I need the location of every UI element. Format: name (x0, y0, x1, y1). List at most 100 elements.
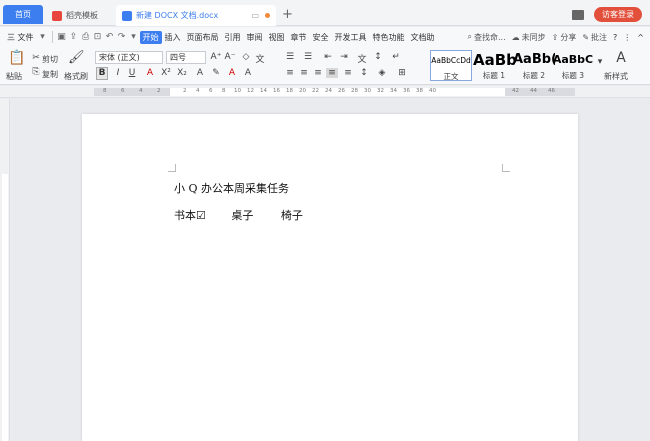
cut-label[interactable]: 剪切 (42, 54, 58, 65)
search-icon: ⌕ (467, 32, 472, 41)
doc-item-table[interactable]: 桌子 (231, 207, 253, 223)
tab-features[interactable]: 特色功能 (370, 31, 408, 44)
tab-review[interactable]: 审阅 (244, 31, 266, 44)
undo-icon[interactable]: ↶ (104, 32, 116, 42)
window-layout-icon[interactable] (572, 9, 584, 20)
redo-icon[interactable]: ↷ (116, 32, 128, 42)
decrease-indent-icon[interactable]: ⇤ (322, 52, 334, 62)
show-marks-icon[interactable]: ↵ (390, 52, 402, 62)
style-heading-3[interactable]: AaBbC 标题 3 (552, 50, 594, 81)
tab-page-layout[interactable]: 页面布局 (184, 31, 222, 44)
align-right-icon[interactable]: ≡ (312, 68, 324, 78)
copy-icon[interactable]: ⎘ (30, 67, 42, 77)
share-button[interactable]: ⇪ 分享 (552, 32, 577, 43)
tab-references[interactable]: 引用 (222, 31, 244, 44)
strikethrough-icon[interactable]: X² (160, 68, 172, 78)
new-style-label[interactable]: 新样式 (604, 71, 628, 82)
align-center-icon[interactable]: ≡ (298, 68, 310, 78)
justify-icon[interactable]: ≡ (326, 68, 338, 78)
tab-security[interactable]: 安全 (310, 31, 332, 44)
save-icon[interactable]: ▣ (56, 32, 68, 42)
ruler-number: 44 (530, 88, 537, 94)
copy-label[interactable]: 复制 (42, 69, 58, 80)
styles-more-icon[interactable]: ▾ (594, 57, 606, 67)
sort-icon[interactable]: ↕ (372, 52, 384, 62)
text-effect-icon[interactable]: A (194, 68, 206, 78)
vertical-ruler[interactable] (0, 99, 10, 441)
tab-home[interactable]: 首页 (3, 5, 43, 24)
ruler-number: 40 (429, 88, 436, 94)
distributed-icon[interactable]: ≡ (342, 68, 354, 78)
numbered-list-icon[interactable]: ☰ (302, 52, 314, 62)
more-options-icon[interactable]: ⋮ (623, 33, 631, 42)
format-painter-label[interactable]: 格式刷 (64, 71, 88, 82)
more-icon[interactable]: ▾ (128, 32, 140, 42)
highlight-icon[interactable]: ✎ (210, 68, 222, 78)
char-shading-icon[interactable]: A (242, 68, 254, 78)
ruler-number: 10 (234, 88, 241, 94)
bold-button[interactable]: B (96, 67, 108, 80)
screen-icon[interactable]: ▭ (251, 11, 259, 20)
export-icon[interactable]: ⇪ (68, 32, 80, 42)
horizontal-ruler[interactable]: 8 6 4 2 2 4 6 8 10 12 14 16 18 20 22 24 … (0, 86, 650, 98)
cut-icon[interactable]: ✂ (30, 53, 42, 63)
new-tab-button[interactable]: + (282, 7, 293, 22)
italic-icon[interactable]: I (112, 68, 124, 78)
style-heading-1[interactable]: AaBb 标题 1 (473, 50, 515, 81)
tab-template-label: 稻壳模板 (66, 11, 98, 20)
ruler-number: 20 (299, 88, 306, 94)
file-menu[interactable]: 三 文件 (4, 31, 37, 44)
help-icon[interactable]: ? (613, 33, 617, 42)
tab-developer[interactable]: 开发工具 (332, 31, 370, 44)
style-normal[interactable]: AaBbCcDd 正文 (430, 50, 472, 81)
doc-item-chair[interactable]: 椅子 (281, 207, 303, 223)
tab-doc-assistant[interactable]: 文档助 (408, 31, 438, 44)
clear-format-icon[interactable]: ◇ (240, 52, 252, 62)
ruler-number: 2 (157, 88, 161, 94)
doc-item-line[interactable]: 书本☑ 桌子 椅子 (174, 207, 303, 223)
ruler-number: 8 (103, 88, 107, 94)
tab-view[interactable]: 视图 (266, 31, 288, 44)
tab-chapter[interactable]: 章节 (288, 31, 310, 44)
ribbon-toolbar: 📋 粘贴 ✂ 剪切 ⎘ 复制 🖌 格式刷 宋体 (正文) 四号 A⁺ A⁻ ◇ … (0, 47, 650, 85)
phonetic-icon[interactable]: 文 (254, 52, 266, 65)
format-painter-icon[interactable]: 🖌 (68, 50, 85, 65)
tab-insert[interactable]: 插入 (162, 31, 184, 44)
tab-template[interactable]: 稻壳模板 (46, 5, 112, 26)
border-icon[interactable]: ⊞ (396, 68, 408, 78)
print-icon[interactable]: ⎙ (80, 32, 92, 42)
shrink-font-icon[interactable]: A⁻ (224, 52, 236, 62)
dropdown-icon[interactable]: ▾ (37, 32, 49, 42)
align-left-icon[interactable]: ≡ (284, 68, 296, 78)
subscript-icon[interactable]: X₂ (176, 68, 188, 78)
ruler-number: 32 (377, 88, 384, 94)
style-heading-2[interactable]: AaBb( 标题 2 (513, 50, 555, 81)
paste-icon[interactable]: 📋 (8, 50, 25, 66)
font-name-select[interactable]: 宋体 (正文) (95, 51, 163, 64)
tab-start[interactable]: 开始 (139, 30, 162, 44)
guest-login-button[interactable]: 访客登录 (594, 7, 642, 22)
annotate-button[interactable]: ✎ 批注 (582, 32, 607, 43)
ruler-number: 16 (273, 88, 280, 94)
style-heading-1-label: 标题 1 (482, 71, 506, 80)
document-page[interactable]: 小 Q 办公本周采集任务 书本☑ 桌子 椅子 (82, 114, 578, 441)
command-search[interactable]: ⌕ 查找命... (468, 32, 506, 43)
sync-button[interactable]: ☁ 未同步 (512, 32, 546, 43)
underline-icon[interactable]: U (126, 68, 138, 78)
new-style-icon[interactable]: A (612, 50, 630, 66)
doc-title-line[interactable]: 小 Q 办公本周采集任务 (174, 180, 289, 196)
chinese-layout-icon[interactable]: 文 (356, 52, 368, 65)
collapse-icon[interactable]: ^ (637, 33, 644, 42)
tab-document[interactable]: 新建 DOCX 文档.docx ▭ (116, 5, 276, 26)
doc-item-books[interactable]: 书本☑ (174, 207, 206, 223)
paste-label[interactable]: 粘贴 (6, 71, 22, 82)
font-size-select[interactable]: 四号 (166, 51, 206, 64)
text-color-icon[interactable]: A (226, 68, 238, 78)
line-spacing-icon[interactable]: ↕ (358, 68, 370, 78)
increase-indent-icon[interactable]: ⇥ (338, 52, 350, 62)
shading-icon[interactable]: ◈ (376, 68, 388, 78)
preview-icon[interactable]: ⊡ (92, 32, 104, 42)
font-color-icon[interactable]: A (144, 68, 156, 78)
grow-font-icon[interactable]: A⁺ (210, 52, 222, 62)
bullet-list-icon[interactable]: ☰ (284, 52, 296, 62)
